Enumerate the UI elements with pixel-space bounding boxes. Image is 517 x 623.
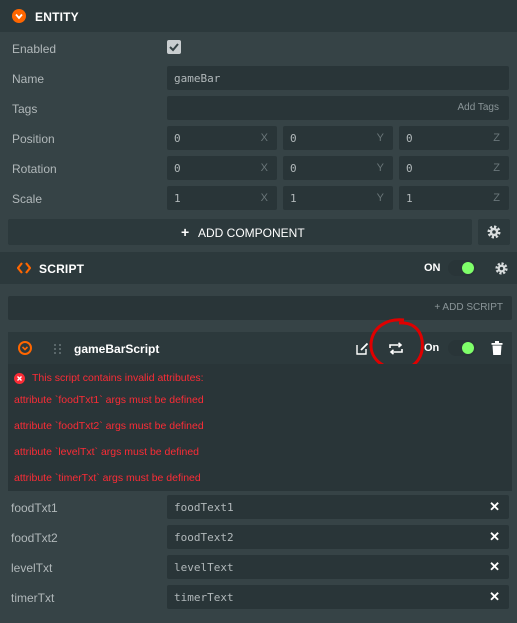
add-component-button[interactable]: + ADD COMPONENT bbox=[8, 219, 472, 245]
scale-label: Scale bbox=[12, 192, 43, 206]
script-title: SCRIPT bbox=[39, 262, 85, 276]
script-on-label: ON bbox=[424, 262, 441, 274]
trash-icon[interactable] bbox=[491, 341, 503, 355]
error-message: attribute `timerTxt` args must be define… bbox=[14, 472, 201, 484]
axis-y-label: Y bbox=[376, 132, 384, 144]
clear-icon[interactable]: ✕ bbox=[489, 499, 500, 515]
enabled-label: Enabled bbox=[12, 42, 57, 56]
rotation-y-field[interactable]: 0 Y bbox=[283, 156, 393, 180]
error-message: attribute `foodTxt2` args must be define… bbox=[14, 420, 204, 432]
script-error-panel: This script contains invalid attributes:… bbox=[8, 364, 512, 491]
scale-y-value: 1 bbox=[290, 192, 297, 205]
tags-placeholder: Add Tags bbox=[457, 102, 499, 113]
attribute-label: timerTxt bbox=[11, 591, 55, 605]
checkmark-icon bbox=[169, 43, 179, 52]
gear-icon[interactable] bbox=[494, 261, 509, 276]
entity-title: ENTITY bbox=[35, 10, 79, 24]
scale-x-field[interactable]: 1 X bbox=[167, 186, 277, 210]
script-name: gameBarScript bbox=[74, 342, 160, 356]
error-message: attribute `foodTxt1` args must be define… bbox=[14, 394, 204, 406]
scale-x-value: 1 bbox=[174, 192, 181, 205]
position-z-value: 0 bbox=[406, 132, 413, 145]
axis-z-label: Z bbox=[493, 162, 500, 174]
attribute-value: foodText1 bbox=[174, 501, 234, 514]
gear-icon bbox=[487, 225, 501, 239]
attribute-value: timerText bbox=[174, 591, 234, 604]
position-label: Position bbox=[12, 132, 55, 146]
script-item-header[interactable]: gameBarScript On bbox=[8, 332, 512, 364]
position-z-field[interactable]: 0 Z bbox=[399, 126, 509, 150]
attribute-entity-field[interactable]: timerText ✕ bbox=[167, 585, 509, 609]
toggle-knob bbox=[462, 342, 474, 354]
axis-z-label: Z bbox=[493, 132, 500, 144]
attribute-label: levelTxt bbox=[11, 561, 53, 575]
attribute-label: foodTxt1 bbox=[11, 501, 58, 515]
name-label: Name bbox=[12, 72, 45, 86]
component-settings-button[interactable] bbox=[478, 219, 510, 245]
name-value: gameBar bbox=[174, 72, 221, 85]
axis-y-label: Y bbox=[376, 162, 384, 174]
code-icon bbox=[17, 262, 31, 274]
position-y-value: 0 bbox=[290, 132, 297, 145]
clear-icon[interactable]: ✕ bbox=[489, 529, 500, 545]
add-script-input[interactable]: + ADD SCRIPT bbox=[8, 296, 512, 320]
attribute-entity-field[interactable]: foodText2 ✕ bbox=[167, 525, 509, 549]
attribute-value: foodText2 bbox=[174, 531, 234, 544]
script-panel-header[interactable]: SCRIPT ON bbox=[0, 252, 517, 284]
plus-icon: + bbox=[181, 224, 190, 240]
name-field[interactable]: gameBar bbox=[167, 66, 509, 90]
attribute-value: levelText bbox=[174, 561, 234, 574]
rotation-y-value: 0 bbox=[290, 162, 297, 175]
rotation-label: Rotation bbox=[12, 162, 57, 176]
attribute-entity-field[interactable]: foodText1 ✕ bbox=[167, 495, 509, 519]
entity-panel-header[interactable]: ENTITY bbox=[0, 0, 517, 32]
tags-input[interactable]: Add Tags bbox=[167, 96, 509, 120]
position-x-value: 0 bbox=[174, 132, 181, 145]
add-script-label: + ADD SCRIPT bbox=[434, 302, 503, 313]
position-y-field[interactable]: 0 Y bbox=[283, 126, 393, 150]
axis-x-label: X bbox=[260, 132, 268, 144]
clear-icon[interactable]: ✕ bbox=[489, 559, 500, 575]
rotation-x-field[interactable]: 0 X bbox=[167, 156, 277, 180]
toggle-knob bbox=[462, 262, 474, 274]
axis-z-label: Z bbox=[493, 192, 500, 204]
attribute-label: foodTxt2 bbox=[11, 531, 58, 545]
enabled-checkbox[interactable] bbox=[167, 40, 181, 54]
script-item-toggle[interactable] bbox=[448, 340, 476, 356]
scale-y-field[interactable]: 1 Y bbox=[283, 186, 393, 210]
error-message: attribute `levelTxt` args must be define… bbox=[14, 446, 200, 458]
clear-icon[interactable]: ✕ bbox=[489, 589, 500, 605]
attribute-entity-field[interactable]: levelText ✕ bbox=[167, 555, 509, 579]
rotation-z-field[interactable]: 0 Z bbox=[399, 156, 509, 180]
tags-label: Tags bbox=[12, 102, 38, 116]
collapse-icon[interactable] bbox=[12, 9, 26, 23]
axis-x-label: X bbox=[260, 162, 268, 174]
scale-z-value: 1 bbox=[406, 192, 413, 205]
rotation-z-value: 0 bbox=[406, 162, 413, 175]
rotation-x-value: 0 bbox=[174, 162, 181, 175]
axis-x-label: X bbox=[260, 192, 268, 204]
drag-handle-icon[interactable] bbox=[53, 343, 63, 355]
axis-y-label: Y bbox=[376, 192, 384, 204]
error-icon bbox=[14, 373, 25, 384]
scale-z-field[interactable]: 1 Z bbox=[399, 186, 509, 210]
error-title: This script contains invalid attributes: bbox=[32, 372, 204, 384]
script-enabled-toggle[interactable] bbox=[448, 260, 476, 276]
position-x-field[interactable]: 0 X bbox=[167, 126, 277, 150]
collapse-icon[interactable] bbox=[18, 341, 32, 355]
add-component-label: ADD COMPONENT bbox=[198, 226, 305, 240]
